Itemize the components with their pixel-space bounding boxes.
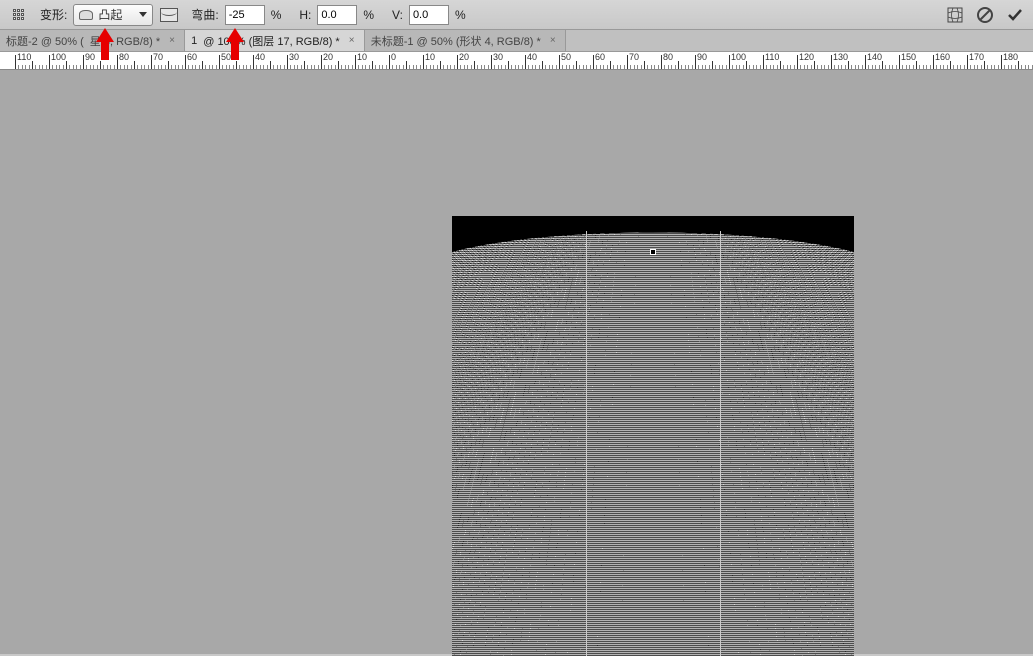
- h-distort-input[interactable]: [317, 5, 357, 25]
- tab-label: 标题-2 @ 50% (: [6, 33, 84, 49]
- grid-warp-icon: [945, 5, 965, 25]
- warp-handle[interactable]: [650, 249, 656, 255]
- doc-tab-2[interactable]: 1 @ 100% (图层 17, RGB/8) * ×: [185, 30, 365, 51]
- bend-input[interactable]: [225, 5, 265, 25]
- bulge-icon: [79, 10, 93, 20]
- canvas[interactable]: [0, 70, 1033, 654]
- warp-style-value: 凸起: [98, 6, 122, 23]
- warp-label: 变形:: [40, 6, 67, 23]
- v-percent: %: [455, 8, 466, 22]
- document-tabs: 标题-2 @ 50% (星 3, RGB/8) * × 1 @ 100% (图层…: [0, 30, 1033, 52]
- bend-label: 弯曲:: [191, 6, 218, 23]
- close-icon[interactable]: ×: [166, 35, 178, 47]
- warp-actions: [943, 4, 1027, 26]
- v-label: V:: [392, 8, 403, 22]
- commit-button[interactable]: [1003, 4, 1027, 26]
- h-label: H:: [299, 8, 311, 22]
- chevron-down-icon: [139, 12, 147, 17]
- moire-overlay: [452, 216, 854, 656]
- warp-style-select[interactable]: 凸起: [73, 4, 153, 26]
- bend-percent: %: [271, 8, 282, 22]
- cancel-button[interactable]: [973, 4, 997, 26]
- h-percent: %: [363, 8, 374, 22]
- v-distort-input[interactable]: [409, 5, 449, 25]
- tab-label: 1: [191, 35, 197, 47]
- check-icon: [1005, 5, 1025, 25]
- horizontal-ruler[interactable]: 1101009080706050403020100102030405060708…: [0, 52, 1033, 70]
- doc-tab-3[interactable]: 未标题-1 @ 50% (形状 4, RGB/8) * ×: [365, 30, 566, 51]
- close-icon[interactable]: ×: [547, 35, 559, 47]
- tab-label: 未标题-1 @ 50% (形状 4, RGB/8) *: [371, 33, 541, 49]
- options-bar: 变形: 凸起 弯曲: % H: % V: %: [0, 0, 1033, 30]
- close-icon[interactable]: ×: [346, 35, 358, 47]
- toggle-free-warp-button[interactable]: [943, 4, 967, 26]
- warp-orientation-toggle[interactable]: [157, 4, 181, 26]
- no-icon: [975, 5, 995, 25]
- warp-preview[interactable]: [452, 216, 854, 656]
- orientation-icon: [160, 8, 178, 22]
- doc-tab-1[interactable]: 标题-2 @ 50% (星 3, RGB/8) * ×: [0, 30, 185, 51]
- warp-mode-icon[interactable]: [6, 4, 30, 26]
